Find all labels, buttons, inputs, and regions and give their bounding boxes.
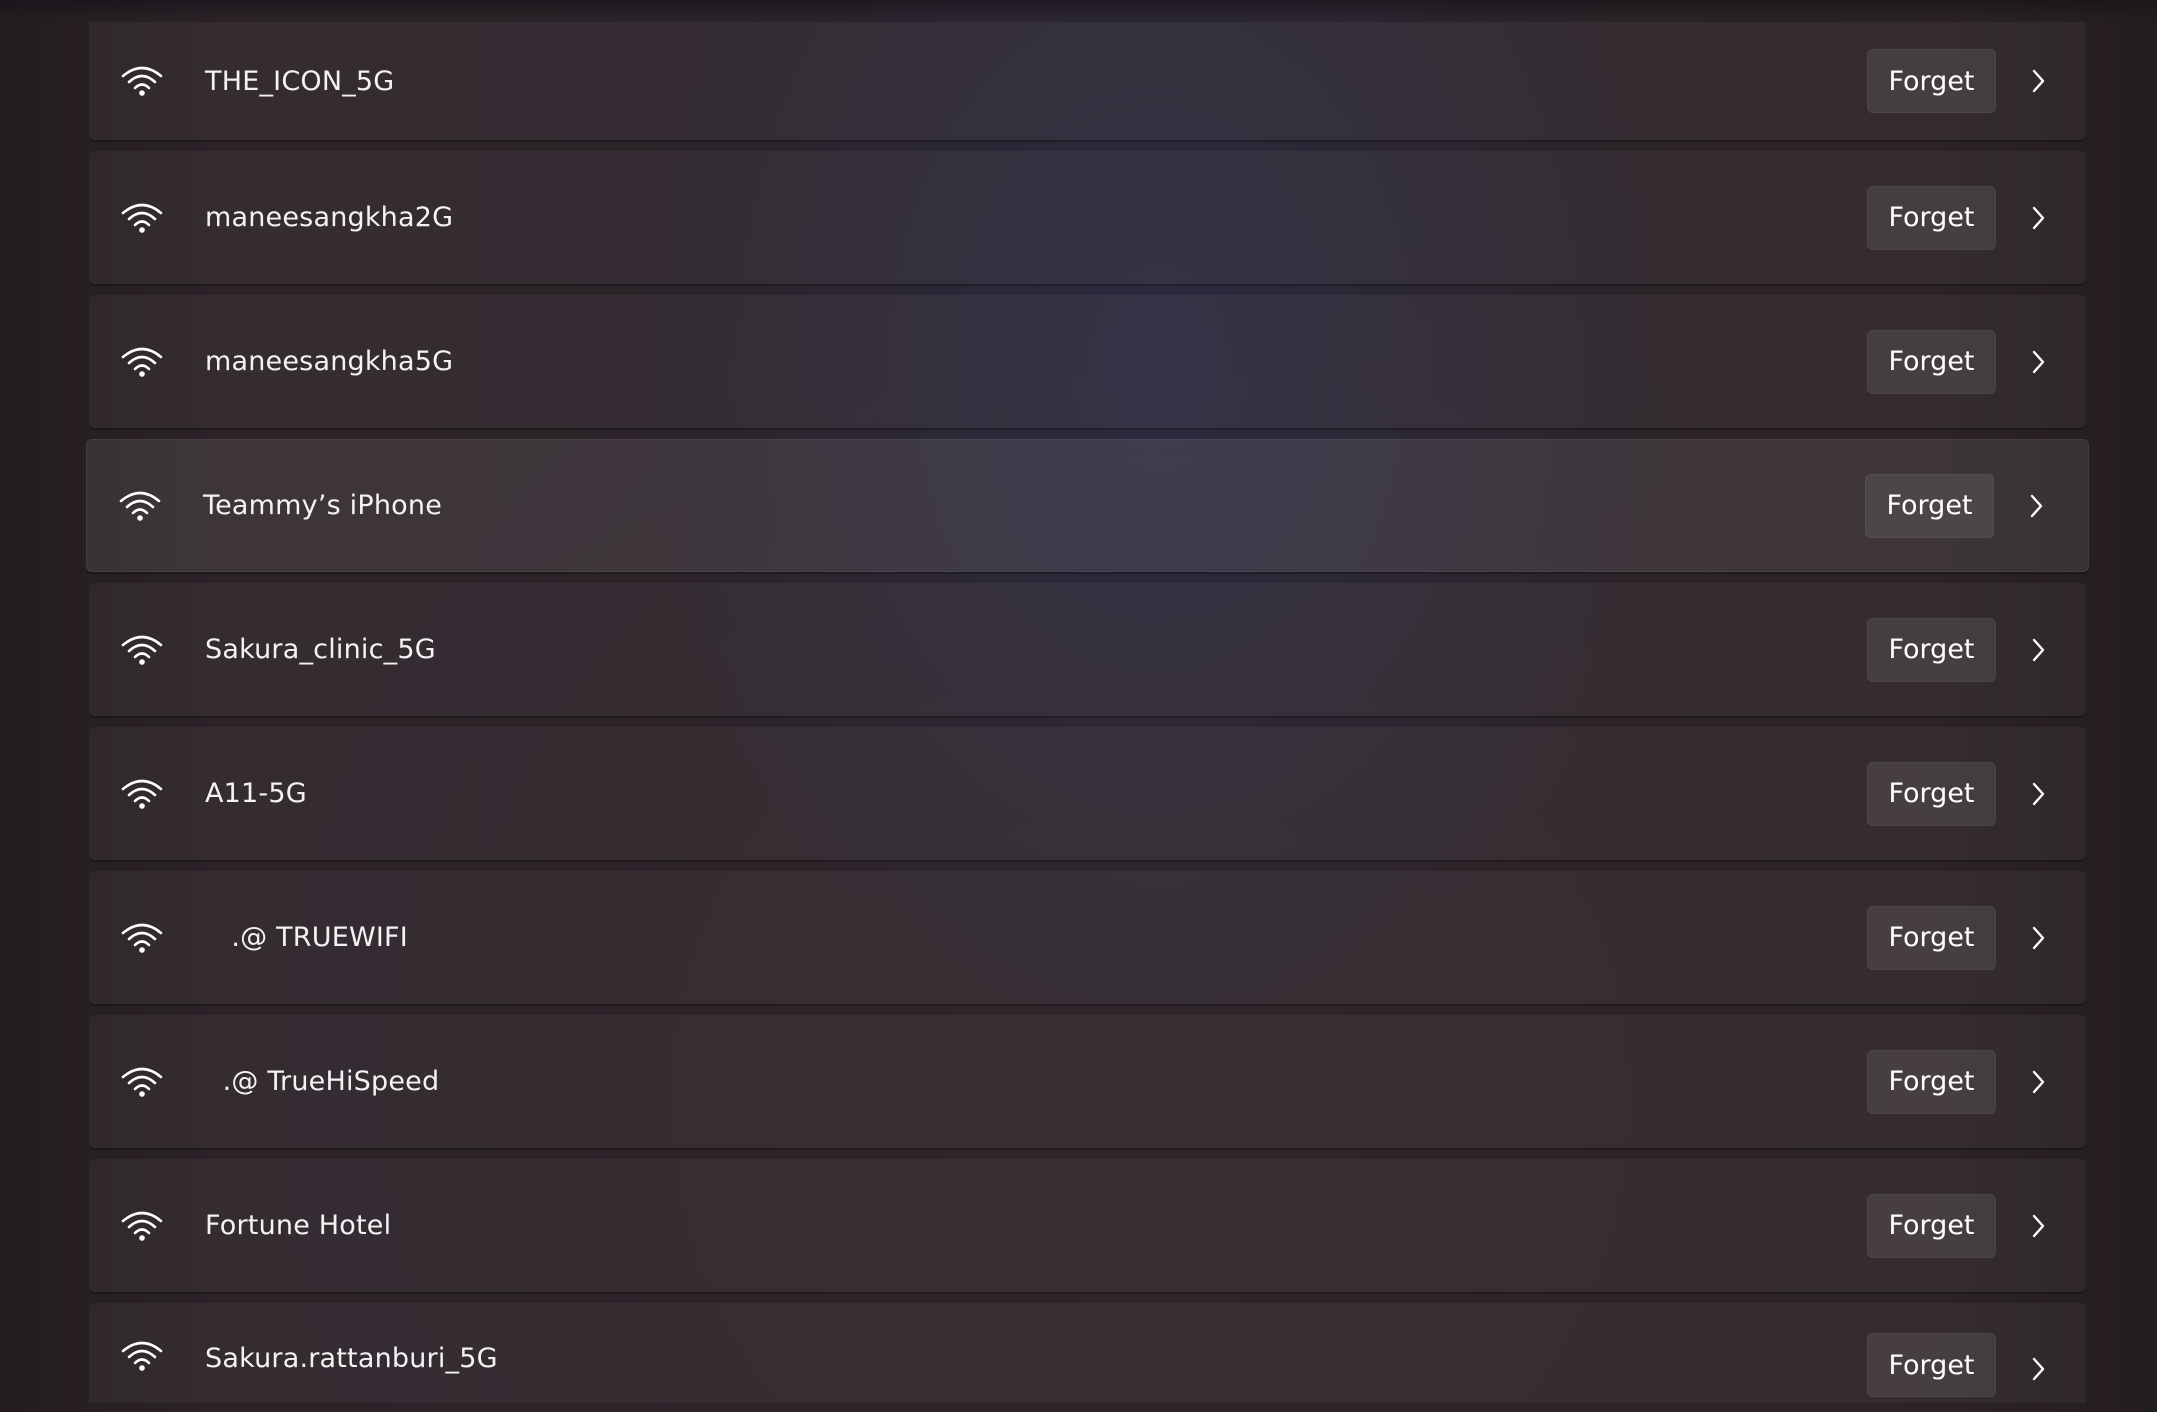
network-row-teammys-iphone[interactable]: Teammy’s iPhone Forget bbox=[86, 439, 2089, 572]
network-row-maneesangkha2g[interactable]: maneesangkha2G Forget bbox=[89, 151, 2086, 284]
wifi-icon bbox=[121, 779, 163, 809]
network-ssid: Fortune Hotel bbox=[205, 1210, 392, 1241]
chevron-right-icon[interactable] bbox=[2027, 348, 2049, 376]
forget-button[interactable]: Forget bbox=[1867, 49, 1996, 113]
network-row-the-icon-5g[interactable]: THE_ICON_5G Forget bbox=[89, 22, 2086, 140]
network-row-maneesangkha5g[interactable]: maneesangkha5G Forget bbox=[89, 295, 2086, 428]
forget-button[interactable]: Forget bbox=[1867, 329, 1996, 394]
wifi-icon bbox=[121, 1341, 163, 1371]
network-row-a11-5g[interactable]: A11-5G Forget bbox=[89, 727, 2086, 860]
network-ssid: Teammy’s iPhone bbox=[203, 490, 443, 521]
network-ssid: Sakura_clinic_5G bbox=[205, 634, 436, 665]
wifi-icon bbox=[121, 1067, 163, 1097]
network-row-sakura-rattanburi-5g[interactable]: Sakura.rattanburi_5G Forget bbox=[89, 1303, 2086, 1403]
chevron-right-icon[interactable] bbox=[2027, 924, 2049, 952]
chevron-right-icon[interactable] bbox=[2027, 780, 2049, 808]
network-ssid: maneesangkha5G bbox=[205, 346, 454, 377]
wifi-icon bbox=[121, 923, 163, 953]
network-ssid: maneesangkha2G bbox=[205, 202, 454, 233]
network-row-truewifi[interactable]: .@ TRUEWIFI Forget bbox=[89, 871, 2086, 1004]
network-ssid: .@ TrueHiSpeed bbox=[205, 1066, 440, 1097]
forget-button[interactable]: Forget bbox=[1867, 185, 1996, 250]
chevron-right-icon[interactable] bbox=[2027, 1355, 2049, 1383]
chevron-right-icon[interactable] bbox=[2027, 1068, 2049, 1096]
chevron-right-icon[interactable] bbox=[2027, 67, 2049, 95]
forget-button[interactable]: Forget bbox=[1867, 1193, 1996, 1258]
network-ssid: .@ TRUEWIFI bbox=[205, 922, 408, 953]
forget-button[interactable]: Forget bbox=[1867, 1333, 1996, 1397]
network-row-sakura-clinic-5g[interactable]: Sakura_clinic_5G Forget bbox=[89, 583, 2086, 716]
forget-button[interactable]: Forget bbox=[1867, 617, 1996, 682]
network-ssid: A11-5G bbox=[205, 778, 307, 809]
chevron-right-icon[interactable] bbox=[2027, 636, 2049, 664]
network-ssid: THE_ICON_5G bbox=[205, 65, 395, 97]
network-row-fortune-hotel[interactable]: Fortune Hotel Forget bbox=[89, 1159, 2086, 1292]
chevron-right-icon[interactable] bbox=[2027, 204, 2049, 232]
chevron-right-icon[interactable] bbox=[2025, 492, 2047, 520]
wifi-icon bbox=[121, 66, 163, 96]
known-networks-list: THE_ICON_5G Forget maneesangkha2G Forget… bbox=[86, 22, 2089, 1403]
wifi-icon bbox=[121, 347, 163, 377]
chevron-right-icon[interactable] bbox=[2027, 1212, 2049, 1240]
wifi-icon bbox=[119, 491, 161, 521]
network-row-truehispeed[interactable]: .@ TrueHiSpeed Forget bbox=[89, 1015, 2086, 1148]
forget-button[interactable]: Forget bbox=[1867, 1049, 1996, 1114]
forget-button[interactable]: Forget bbox=[1867, 761, 1996, 826]
network-ssid: Sakura.rattanburi_5G bbox=[205, 1343, 498, 1374]
forget-button[interactable]: Forget bbox=[1867, 905, 1996, 970]
window-top-edge bbox=[0, 0, 2157, 22]
wifi-icon bbox=[121, 635, 163, 665]
wifi-icon bbox=[121, 1211, 163, 1241]
forget-button[interactable]: Forget bbox=[1865, 473, 1994, 538]
wifi-icon bbox=[121, 203, 163, 233]
